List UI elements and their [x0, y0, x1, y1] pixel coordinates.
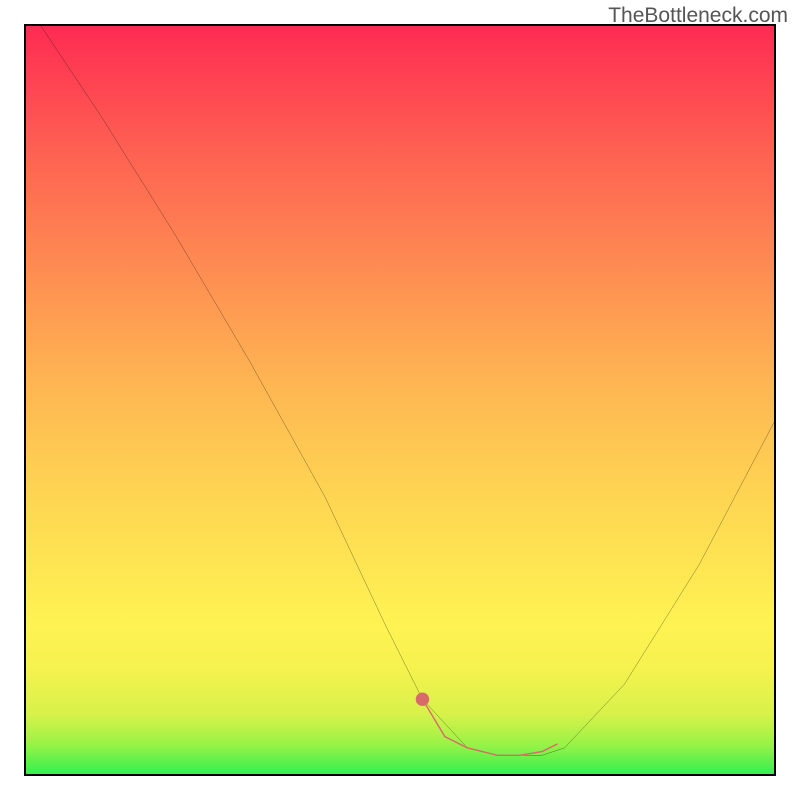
highlight-dot: [416, 692, 429, 705]
watermark-text: TheBottleneck.com: [608, 4, 788, 28]
chart-container: TheBottleneck.com: [0, 0, 800, 800]
plot-area: [24, 24, 776, 776]
chart-svg: [26, 26, 774, 774]
curve-main: [41, 26, 774, 755]
curve-highlight: [422, 699, 557, 755]
